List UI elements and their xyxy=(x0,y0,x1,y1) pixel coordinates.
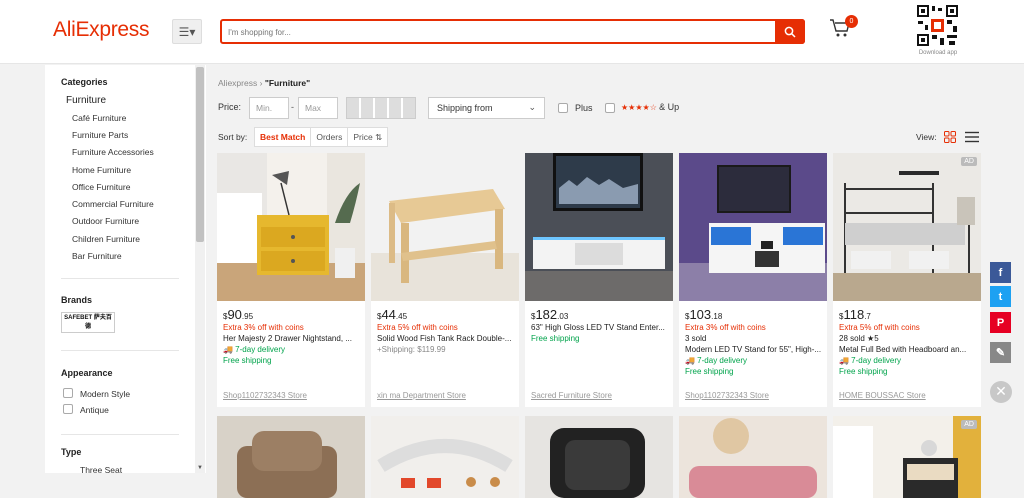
price-max-input[interactable]: Max xyxy=(298,97,338,119)
product-image-tv-stand[interactable] xyxy=(525,153,673,301)
breadcrumb-root[interactable]: Aliexpress xyxy=(218,78,257,88)
sort-orders[interactable]: Orders xyxy=(311,128,349,146)
product-image-led-tv-stand[interactable] xyxy=(679,153,827,301)
appearance-title: Appearance xyxy=(61,368,113,378)
product-image-bedside-table[interactable] xyxy=(833,416,981,498)
category-menu-button[interactable]: ☰▾ xyxy=(172,19,202,44)
product-image-shoe-rack[interactable] xyxy=(371,416,519,498)
category-item[interactable]: Furniture Accessories xyxy=(72,147,154,157)
price-min-input[interactable]: Min. xyxy=(249,97,289,119)
categories-title: Categories xyxy=(61,77,108,87)
product-card[interactable] xyxy=(371,153,519,407)
close-icon[interactable]: ✕ xyxy=(990,381,1012,403)
aliexpress-logo[interactable]: AliExpress xyxy=(53,18,150,42)
search-button[interactable] xyxy=(775,19,805,44)
list-view-icon[interactable] xyxy=(965,131,979,143)
price-dash: - xyxy=(291,102,294,112)
sort-price[interactable]: Price ⇅ xyxy=(348,128,387,146)
breadcrumb-current: "Furniture" xyxy=(264,78,311,88)
product-image-recliner[interactable] xyxy=(217,416,365,498)
brand-logo-safebet[interactable]: SAFEBET 萨夫百德 xyxy=(61,312,115,333)
product-card[interactable] xyxy=(217,153,365,407)
scroll-down-arrow-icon[interactable]: ▼ xyxy=(197,465,203,471)
divider xyxy=(61,434,179,435)
sort-best-match[interactable]: Best Match xyxy=(255,128,312,146)
sort-price-label: Price xyxy=(353,132,373,142)
download-app-label: Download app xyxy=(918,50,958,56)
breadcrumb: Aliexpress › "Furniture" xyxy=(218,78,310,88)
price-range-histogram xyxy=(346,97,416,119)
view-label: View: xyxy=(916,132,937,142)
cart-count-badge: 0 xyxy=(845,15,858,28)
product-image-nightstand[interactable] xyxy=(217,153,365,301)
product-card[interactable]: AD xyxy=(833,153,981,407)
product-card[interactable]: AD xyxy=(833,416,981,498)
product-card[interactable] xyxy=(525,153,673,407)
divider xyxy=(61,278,179,279)
category-item[interactable]: Bar Furniture xyxy=(72,251,122,261)
four-star-checkbox[interactable] xyxy=(605,103,615,113)
edit-icon[interactable]: ✎ xyxy=(990,342,1011,363)
shipping-from-dropdown[interactable]: Shipping from ⌄ xyxy=(428,97,545,119)
product-card[interactable] xyxy=(217,416,365,498)
search-input[interactable] xyxy=(228,24,768,40)
category-item[interactable]: Outdoor Furniture xyxy=(72,216,139,226)
sort-arrows-icon: ⇅ xyxy=(375,132,383,142)
plus-label: Plus xyxy=(575,103,593,113)
and-up-label: & Up xyxy=(659,102,680,112)
search-bar xyxy=(220,19,805,44)
grid-view-icon[interactable] xyxy=(944,131,956,143)
facebook-share-icon[interactable]: f xyxy=(990,262,1011,283)
product-card[interactable] xyxy=(679,416,827,498)
category-item[interactable]: Furniture Parts xyxy=(72,130,128,140)
qr-code xyxy=(916,4,959,47)
category-item[interactable]: Office Furniture xyxy=(72,182,130,192)
pinterest-share-icon[interactable]: P xyxy=(990,312,1011,333)
filter-sidebar: Categories Furniture Café Furniture Furn… xyxy=(45,65,206,473)
product-image-leather-recliner[interactable] xyxy=(525,416,673,498)
ad-badge: AD xyxy=(961,157,977,166)
sort-label: Sort by: xyxy=(218,132,248,142)
modern-style-checkbox[interactable] xyxy=(63,388,73,398)
brands-title: Brands xyxy=(61,295,93,305)
product-image-metal-bed[interactable] xyxy=(833,153,981,301)
star-rating-icon: ★★★★☆ xyxy=(621,103,657,112)
type-title: Type xyxy=(61,447,82,457)
product-image-wood-rack[interactable] xyxy=(371,153,519,301)
search-icon xyxy=(784,26,796,38)
scrollbar-thumb[interactable] xyxy=(196,67,204,242)
modern-style-label: Modern Style xyxy=(80,389,131,399)
category-item[interactable]: Café Furniture xyxy=(72,113,126,123)
antique-checkbox[interactable] xyxy=(63,404,73,414)
plus-checkbox[interactable] xyxy=(558,103,568,113)
product-card[interactable] xyxy=(679,153,827,407)
category-item[interactable]: Commercial Furniture xyxy=(72,199,154,209)
antique-label: Antique xyxy=(80,405,109,415)
price-label: Price: xyxy=(218,102,242,112)
divider xyxy=(61,350,179,351)
menu-icon: ☰▾ xyxy=(178,24,196,39)
product-card[interactable] xyxy=(525,416,673,498)
ad-badge: AD xyxy=(961,420,977,429)
product-card[interactable] xyxy=(371,416,519,498)
category-item[interactable]: Home Furniture xyxy=(72,165,131,175)
category-item[interactable]: Children Furniture xyxy=(72,234,140,244)
three-seat-label: Three Seat xyxy=(80,465,123,473)
product-image-pink-sofa[interactable] xyxy=(679,416,827,498)
header: AliExpress ☰▾ 0 Download app xyxy=(0,0,1024,64)
sidebar-scrollbar[interactable]: ▼ xyxy=(195,65,205,473)
twitter-share-icon[interactable]: t xyxy=(990,286,1011,307)
category-furniture[interactable]: Furniture xyxy=(66,95,106,106)
chevron-down-icon: ⌄ xyxy=(528,102,536,112)
breadcrumb-separator: › xyxy=(259,78,263,88)
sort-options: Best Match Orders Price ⇅ xyxy=(254,127,389,147)
shipping-from-label: Shipping from xyxy=(437,103,493,113)
cart-button[interactable]: 0 xyxy=(828,15,858,44)
four-star-filter: ★★★★☆ & Up xyxy=(621,102,679,112)
